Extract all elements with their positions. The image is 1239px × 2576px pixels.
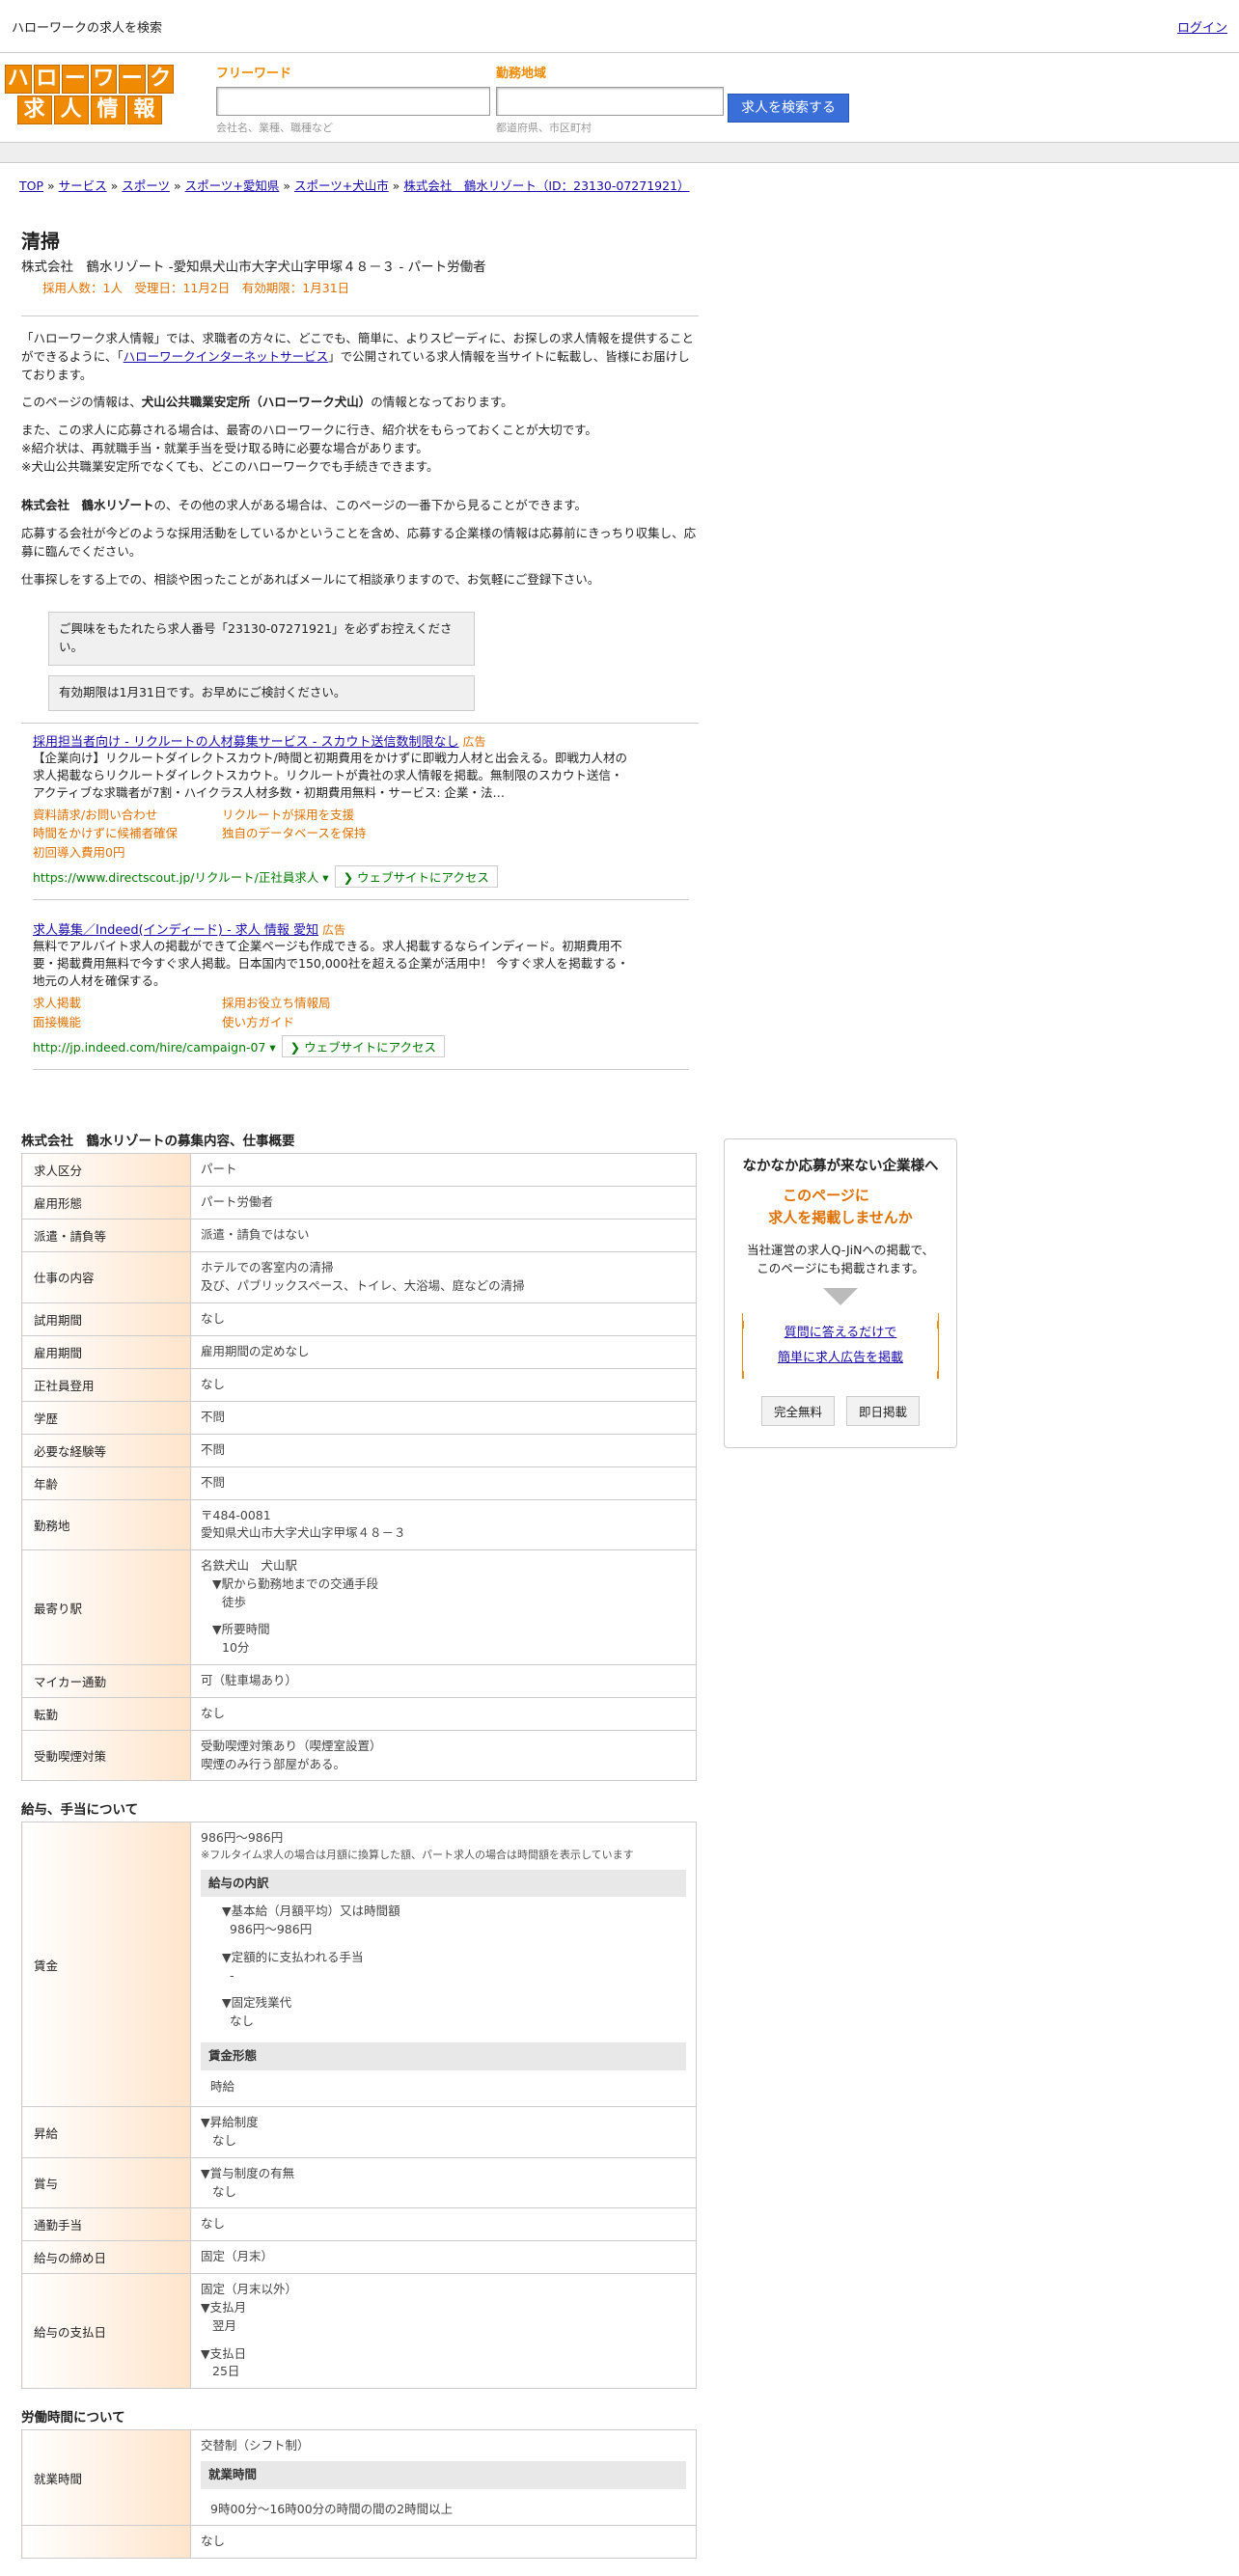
- logo-char: ー: [62, 65, 89, 94]
- table-row: 雇用期間 雇用期間の定めなし: [21, 1334, 697, 1369]
- logo-char: ク: [147, 65, 174, 94]
- table-row: 正社員登用 なし: [21, 1367, 697, 1402]
- free-button[interactable]: 完全無料: [760, 1395, 835, 1426]
- section-title-job: 株式会社 鶴水リゾートの募集内容、仕事概要: [21, 1134, 295, 1150]
- table-row: 年齢 不問: [21, 1466, 697, 1500]
- sidebar-link-question[interactable]: 質問に答えるだけで: [785, 1326, 897, 1340]
- ad-description: 無料でアルバイト求人の掲載ができて企業ページも作成できる。求人掲載するならインデ…: [33, 939, 629, 989]
- table-row: 雇用形態 パート労働者: [21, 1186, 697, 1220]
- sidebar-link-box: 質問に答えるだけで 簡単に求人広告を掲載: [742, 1312, 939, 1379]
- sidebar-link-post[interactable]: 簡単に求人広告を掲載: [778, 1351, 903, 1365]
- ad-block: 求人募集／Indeed(インディード) - 求人 情報 愛知 広告無料でアルバイト…: [33, 912, 689, 1071]
- search-button[interactable]: 求人を検索する: [728, 94, 849, 123]
- table-row: 試用期間 なし: [21, 1302, 697, 1336]
- logo-char: ワ: [90, 65, 117, 94]
- ad-url[interactable]: http://jp.indeed.com/hire/campaign-07 ▾: [33, 1040, 276, 1055]
- area-label: 勤務地域: [496, 67, 547, 81]
- breadcrumb-item[interactable]: サービス: [59, 178, 107, 193]
- table-row: 勤務地 〒484-0081 愛知県犬山市大字犬山字甲塚４８－３: [21, 1498, 697, 1551]
- intro-p3: また、この求人に応募される場合は、最寄のハローワークに行き、紹介状をもらっておく…: [21, 423, 597, 474]
- sidebar-ad: なかなか応募が来ない企業様へ このページに 求人を掲載しませんか 当社運営の求人Q…: [724, 1138, 957, 1448]
- logo-char: 人: [53, 96, 89, 124]
- ad-title-link[interactable]: 採用担当者向け - リクルートの人材募集サービス - スカウト送信数制限なし: [33, 735, 459, 750]
- table-row: 派遣・請負等 派遣・請負ではない: [21, 1219, 697, 1253]
- intro-p2: このページの情報は、犬山公共職業安定所（ハローワーク犬山）の情報となっております…: [21, 395, 513, 410]
- breadcrumb-item[interactable]: スポーツ: [122, 178, 170, 193]
- job-title: 清掃: [21, 230, 60, 253]
- gray-bar: [0, 142, 1239, 163]
- ad-description: 【企業向け】リクルートダイレクトスカウト/時間と初期費用をかけずに即戦力人材と出…: [33, 750, 627, 800]
- logo-char: ロ: [33, 65, 60, 94]
- ad-sitelink[interactable]: 面接機能: [33, 1013, 222, 1031]
- intro-p6: 仕事探しをする上での、相談や困ったことがあればメールにて相談承りますので、お気軽…: [21, 571, 600, 587]
- area-input[interactable]: [496, 87, 724, 116]
- notice-deadline: 有効期限は1月31日です。お早めにご検討ください。: [48, 674, 475, 711]
- sidebar-heading: なかなか応募が来ない企業様へ: [742, 1159, 939, 1174]
- visit-website-button[interactable]: ❯ ウェブサイトにアクセス: [281, 1035, 445, 1058]
- ad-title-link[interactable]: 求人募集／Indeed(インディード) - 求人 情報 愛知: [33, 923, 318, 938]
- ad-tag: 広告: [462, 734, 486, 749]
- main-content: 清掃 株式会社 鶴水リゾート -愛知県犬山市大字犬山字甲塚４８－３ - パート労…: [21, 220, 699, 2576]
- logo-char: ー: [119, 65, 146, 94]
- ad-block: 採用担当者向け - リクルートの人材募集サービス - スカウト送信数制限なし 広告…: [33, 724, 689, 900]
- table-row: 最寄り駅 名鉄犬山 犬山駅 ▼駅から勤務地までの交通手段 徒歩 ▼所要時間 10分: [21, 1549, 697, 1665]
- ad-sitelink[interactable]: 求人掲載: [33, 994, 222, 1012]
- freeword-label: フリーワード: [216, 67, 292, 81]
- table-row: 転勤 なし: [21, 1696, 697, 1731]
- sidebar-catch: このページに 求人を掲載しませんか: [768, 1187, 913, 1226]
- logo-char: 情: [90, 96, 125, 124]
- site-title: ハローワークの求人を検索: [12, 20, 163, 36]
- section-title-hours: 労働時間について: [21, 2410, 125, 2426]
- area-placeholder: 都道府県、市区町村: [496, 122, 592, 134]
- logo-char: 報: [126, 96, 162, 124]
- ad-sitelink[interactable]: 採用お役立ち情報局: [222, 994, 415, 1012]
- arrow-down-icon: [823, 1287, 858, 1305]
- job-meta: 採用人数：1人 受理日：11月2日 有効期限：1月31日: [42, 281, 350, 295]
- section-title-wage: 給与、手当について: [21, 1802, 139, 1819]
- freeword-field: フリーワード 会社名、業種、職種など: [216, 63, 490, 135]
- login-link[interactable]: ログイン: [1177, 17, 1227, 36]
- table-row: 受動喫煙対策 受動喫煙対策あり（喫煙室設置） 喫煙のみ行う部屋がある。: [21, 1729, 697, 1782]
- ad-url[interactable]: https://www.directscout.jp/リクルート/正社員求人 ▾: [33, 870, 329, 885]
- notice-job-number: ご興味をもたれたら求人番号「23130-07271921」を必ずお控えください。: [48, 612, 475, 666]
- freeword-placeholder: 会社名、業種、職種など: [216, 122, 333, 134]
- hours-table: 就業時間 交替制（シフト制） 就業時間 9時00分〜16時00分の時間の間の2時…: [21, 2429, 697, 2560]
- ad-sitelink[interactable]: 初回導入費用0円: [33, 843, 222, 862]
- table-row: 求人区分 パート: [21, 1153, 697, 1188]
- logo-char: 求: [16, 96, 52, 124]
- logo-char: ハ: [5, 65, 32, 94]
- ad-sitelink[interactable]: リクルートが採用を支援: [222, 806, 415, 824]
- area-field: 勤務地域 都道府県、市区町村: [496, 63, 724, 135]
- same-day-button[interactable]: 即日掲載: [846, 1395, 921, 1426]
- freeword-input[interactable]: [216, 87, 490, 116]
- job-info-table: 求人区分 パート 雇用形態 パート労働者 派遣・請負等 派遣・請負ではない 仕事の内容 ホテル…: [21, 1153, 697, 1782]
- table-row: 必要な経験等 不問: [21, 1433, 697, 1467]
- top-bar: ハローワークの求人を検索 ログイン: [0, 0, 1239, 53]
- ad-sitelink[interactable]: 資料請求/お問い合わせ: [33, 806, 222, 824]
- breadcrumb-item[interactable]: スポーツ+愛知県: [185, 178, 280, 193]
- hellowork-link[interactable]: ハローワークインターネットサービス: [124, 349, 329, 364]
- breadcrumb-item[interactable]: 株式会社 鶴水リゾート（ID：23130-07271921）: [403, 178, 689, 193]
- table-row: 仕事の内容 ホテルでの客室内の清掃 及び、パブリックスペース、トイレ、大浴場、庭な…: [21, 1251, 697, 1303]
- table-row: マイカー通勤 可（駐車場あり）: [21, 1663, 697, 1698]
- breadcrumb: TOP » サービス » スポーツ » スポーツ+愛知県 » スポーツ+犬山市 …: [19, 178, 690, 193]
- header: ハローワーク 求人情報 フリーワード 会社名、業種、職種など 勤務地域 都道府県…: [0, 53, 1239, 142]
- intro-p5: 応募する会社が今どのような採用活動をしているかということを含め、応募する企業様の…: [21, 526, 697, 559]
- logo[interactable]: ハローワーク 求人情報: [5, 65, 174, 126]
- job-subtitle: 株式会社 鶴水リゾート -愛知県犬山市大字犬山字甲塚４８－３ - パート労働者: [21, 260, 486, 275]
- breadcrumb-item[interactable]: スポーツ+犬山市: [294, 178, 389, 193]
- visit-website-button[interactable]: ❯ ウェブサイトにアクセス: [334, 865, 498, 888]
- intro-p1: 「ハローワーク求人情報」では、求職者の方々に、どこでも、簡単に、よりスピーディに…: [21, 331, 695, 382]
- intro-p4: 株式会社 鶴水リゾートの、その他の求人がある場合は、このページの一番下から見るこ…: [21, 498, 588, 513]
- ad-sitelink[interactable]: 独自のデータベースを保持: [222, 824, 415, 842]
- wage-table: 賃金 986円〜986円 ※フルタイム求人の場合は月額に換算した額、パート求人の…: [21, 1822, 697, 2390]
- sidebar-text: 当社運営の求人Q-JiNへの掲載で、 このページにも掲載されます。: [747, 1243, 934, 1275]
- ad-tag: 広告: [322, 923, 346, 937]
- ad-sitelink[interactable]: 使い方ガイド: [222, 1013, 415, 1031]
- table-row: 学歴 不問: [21, 1400, 697, 1435]
- breadcrumb-item[interactable]: TOP: [19, 178, 43, 193]
- ad-sitelink[interactable]: 時間をかけずに候補者確保: [33, 824, 222, 842]
